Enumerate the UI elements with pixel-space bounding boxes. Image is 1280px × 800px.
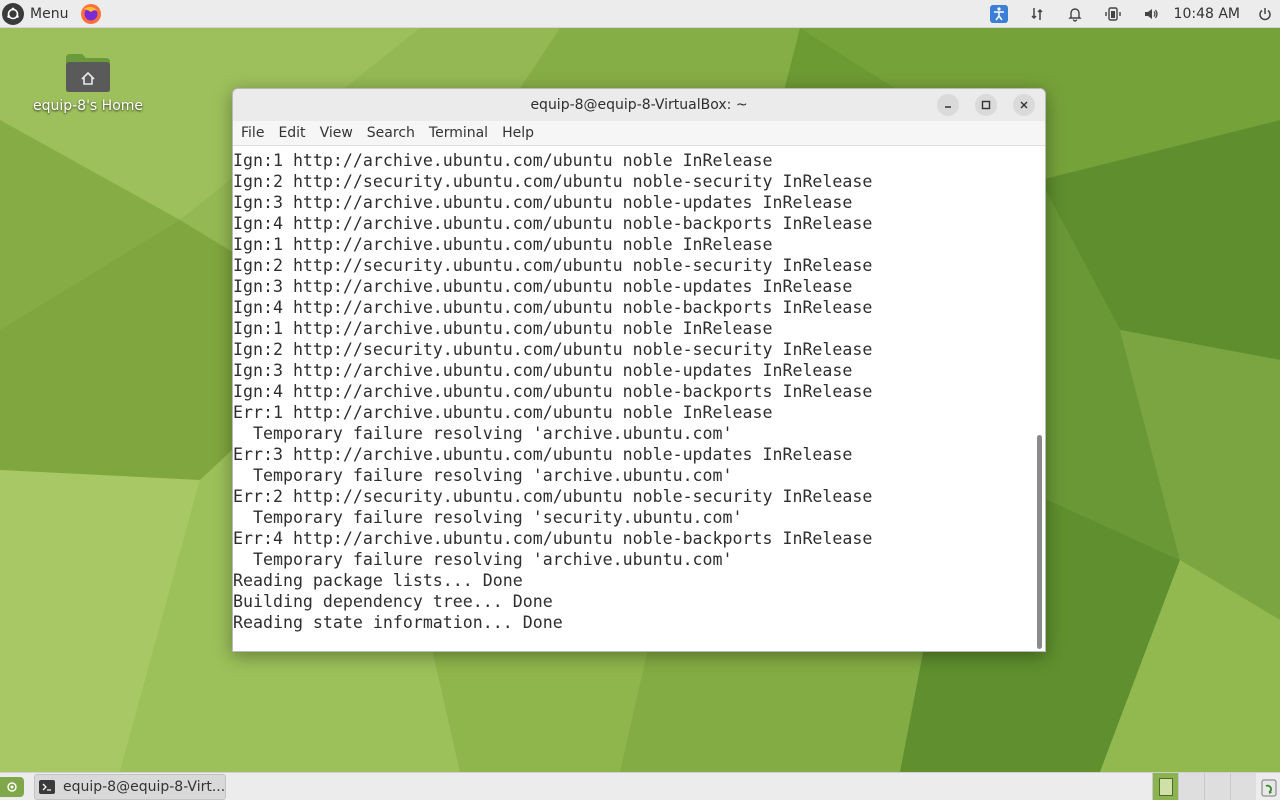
system-tray: 10:48 AM xyxy=(980,0,1280,28)
workspace-window-thumb xyxy=(1158,777,1173,796)
window-titlebar[interactable]: equip-8@equip-8-VirtualBox: ~ xyxy=(233,89,1045,121)
menu-search[interactable]: Search xyxy=(367,125,415,141)
terminal-icon xyxy=(39,779,55,794)
maximize-icon xyxy=(981,100,991,110)
power-icon xyxy=(1259,8,1271,21)
terminal-line: Ign:2 http://security.ubuntu.com/ubuntu … xyxy=(233,340,873,359)
workspace-switcher xyxy=(1152,773,1256,800)
volume-icon xyxy=(1144,9,1158,19)
show-desktop-button[interactable] xyxy=(0,776,24,797)
terminal-line: Ign:2 http://security.ubuntu.com/ubuntu … xyxy=(233,256,873,275)
firefox-icon[interactable] xyxy=(80,3,102,25)
menu-terminal[interactable]: Terminal xyxy=(429,125,488,141)
ubuntu-logo-icon xyxy=(2,2,24,25)
terminal-window: equip-8@equip-8-VirtualBox: ~ File Edit … xyxy=(232,88,1046,652)
workspace-1[interactable] xyxy=(1152,773,1178,800)
terminal-line: Reading package lists... Done xyxy=(233,571,523,590)
accessibility-button[interactable] xyxy=(980,0,1018,28)
workspace-2[interactable] xyxy=(1178,773,1204,800)
terminal-line: Ign:3 http://archive.ubuntu.com/ubuntu n… xyxy=(233,193,853,212)
show-desktop-icon xyxy=(7,781,17,792)
terminal-line: Temporary failure resolving 'security.ub… xyxy=(233,508,743,527)
menu-edit[interactable]: Edit xyxy=(278,125,305,141)
network-icon xyxy=(1031,8,1043,20)
terminal-line: Ign:3 http://archive.ubuntu.com/ubuntu n… xyxy=(233,361,853,380)
terminal-line: Err:3 http://archive.ubuntu.com/ubuntu n… xyxy=(233,445,853,464)
workspace-3[interactable] xyxy=(1204,773,1230,800)
terminal-line: Temporary failure resolving 'archive.ubu… xyxy=(233,424,733,443)
top-panel: Menu 10:48 AM xyxy=(0,0,1280,28)
home-folder-icon xyxy=(66,54,110,92)
close-button[interactable] xyxy=(1013,94,1035,116)
taskbar-terminal-label: equip-8@equip-8-Virt... xyxy=(62,778,225,795)
terminal-line: Ign:4 http://archive.ubuntu.com/ubuntu n… xyxy=(233,382,873,401)
terminal-line: Ign:1 http://archive.ubuntu.com/ubuntu n… xyxy=(233,235,773,254)
maximize-button[interactable] xyxy=(975,94,997,116)
terminal-line: Ign:2 http://security.ubuntu.com/ubuntu … xyxy=(233,172,873,191)
taskbar-terminal-button[interactable]: equip-8@equip-8-Virt... xyxy=(34,773,226,800)
bottom-panel: equip-8@equip-8-Virt... xyxy=(0,772,1280,800)
terminal-line: Err:2 http://security.ubuntu.com/ubuntu … xyxy=(233,487,873,506)
menu-label: Menu xyxy=(30,5,69,22)
menu-view[interactable]: View xyxy=(320,125,353,141)
window-menubar: File Edit View Search Terminal Help xyxy=(233,121,1045,146)
desktop-home-folder[interactable]: equip-8's Home xyxy=(28,52,148,114)
menu-file[interactable]: File xyxy=(241,125,264,141)
menu-help[interactable]: Help xyxy=(502,125,534,141)
terminal-output[interactable]: Ign:1 http://archive.ubuntu.com/ubuntu n… xyxy=(233,147,1039,651)
notifications-button[interactable] xyxy=(1056,0,1094,28)
terminal-line: Temporary failure resolving 'archive.ubu… xyxy=(233,466,733,485)
accessibility-icon xyxy=(989,5,1008,23)
notification-bell-icon xyxy=(1067,8,1082,22)
network-button[interactable] xyxy=(1018,0,1056,28)
terminal-line: Building dependency tree... Done xyxy=(233,592,553,611)
volume-button[interactable] xyxy=(1132,0,1170,28)
menu-button[interactable]: Menu xyxy=(0,0,72,28)
power-button[interactable] xyxy=(1250,0,1280,28)
window-title: equip-8@equip-8-VirtualBox: ~ xyxy=(530,97,748,113)
trash-icon[interactable] xyxy=(1260,777,1278,797)
terminal-line: Err:4 http://archive.ubuntu.com/ubuntu n… xyxy=(233,529,873,548)
terminal-scrollbar[interactable] xyxy=(1037,435,1042,649)
terminal-line: Reading state information... Done xyxy=(233,613,563,632)
terminal-line: Ign:4 http://archive.ubuntu.com/ubuntu n… xyxy=(233,298,873,317)
battery-button[interactable] xyxy=(1094,0,1132,28)
workspace-4[interactable] xyxy=(1230,773,1256,800)
desktop-home-label: equip-8's Home xyxy=(32,98,144,114)
window-controls xyxy=(937,94,1035,116)
minimize-button[interactable] xyxy=(937,94,959,116)
terminal-line: Ign:3 http://archive.ubuntu.com/ubuntu n… xyxy=(233,277,853,296)
terminal-line: Err:1 http://archive.ubuntu.com/ubuntu n… xyxy=(233,403,773,422)
battery-icon xyxy=(1104,7,1121,21)
terminal-line: Temporary failure resolving 'archive.ubu… xyxy=(233,550,733,569)
clock[interactable]: 10:48 AM xyxy=(1170,6,1250,22)
terminal-line: Ign:1 http://archive.ubuntu.com/ubuntu n… xyxy=(233,151,773,170)
close-icon xyxy=(1020,101,1028,109)
minimize-icon xyxy=(945,106,951,108)
terminal-line: Ign:4 http://archive.ubuntu.com/ubuntu n… xyxy=(233,214,873,233)
terminal-line: Ign:1 http://archive.ubuntu.com/ubuntu n… xyxy=(233,319,773,338)
